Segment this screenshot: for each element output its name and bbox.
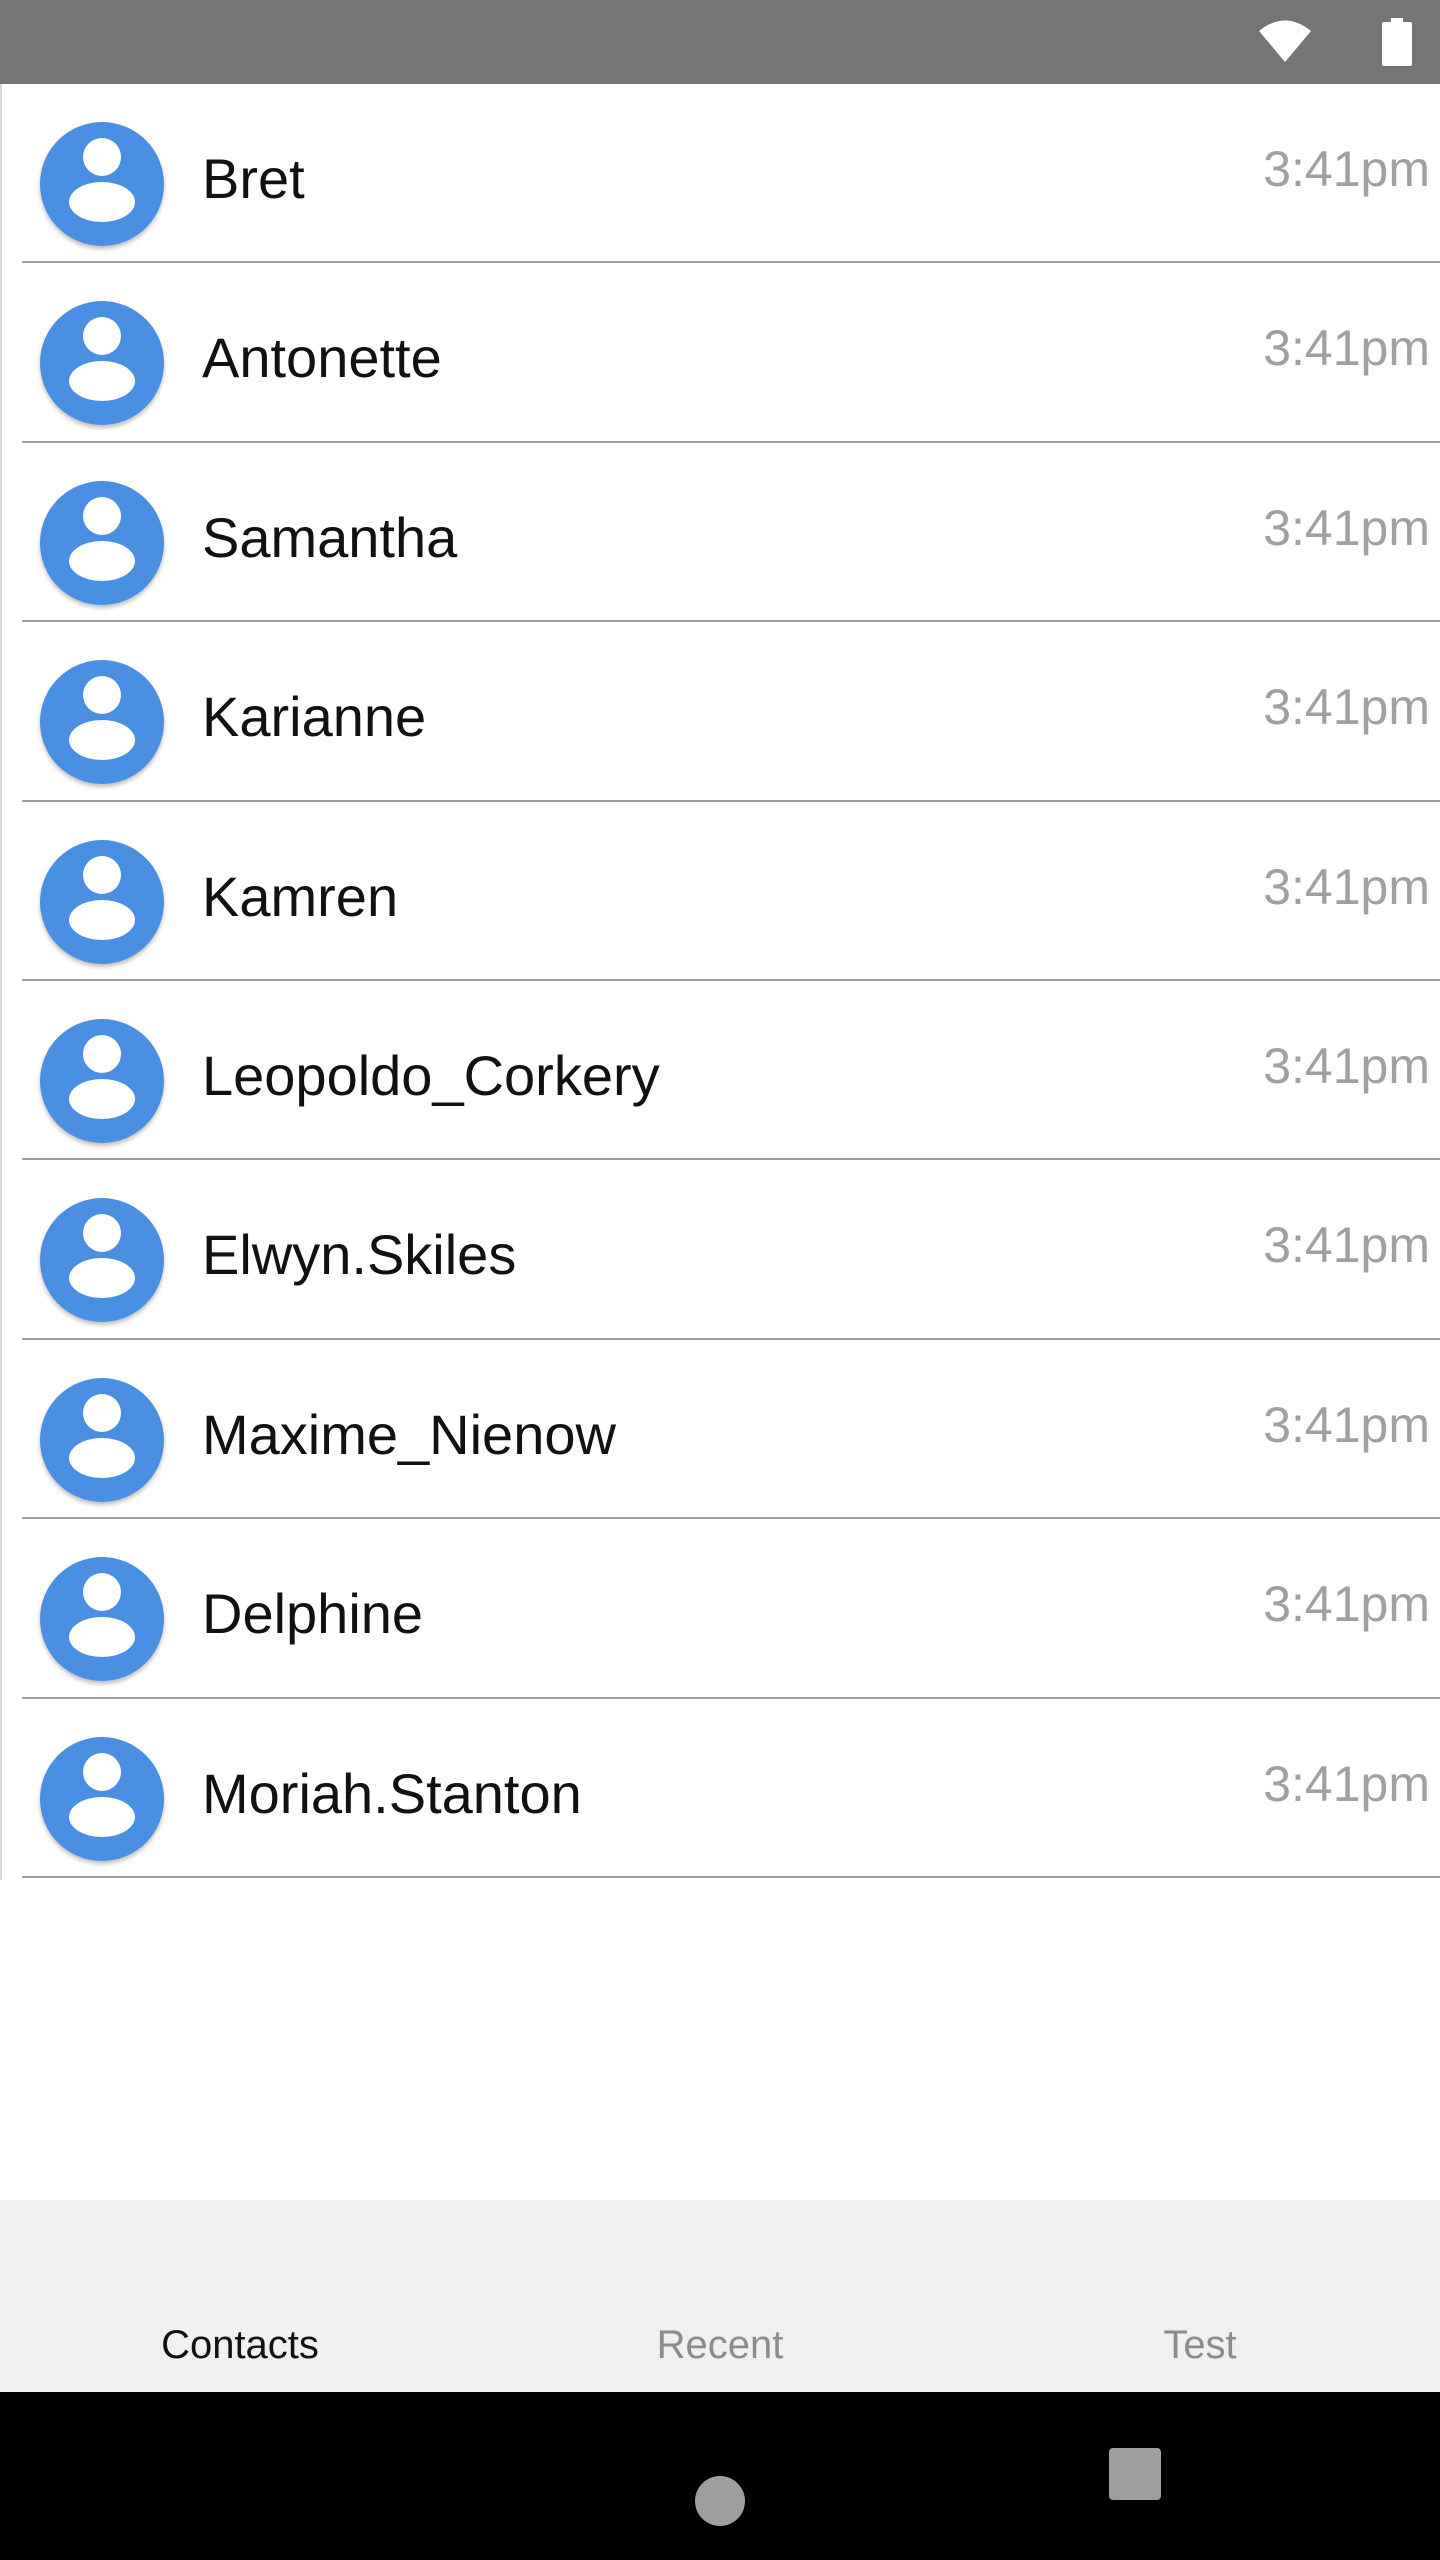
contact-name: Kamren xyxy=(202,864,399,928)
contact-time: 3:41pm xyxy=(1263,1576,1430,1633)
contact-time: 3:41pm xyxy=(1263,1396,1430,1453)
contact-row[interactable]: Delphine 3:41pm xyxy=(2,1519,1440,1699)
person-icon xyxy=(40,480,164,605)
person-icon xyxy=(40,839,164,964)
person-icon xyxy=(40,1198,164,1323)
person-icon xyxy=(40,1377,164,1502)
person-icon xyxy=(40,1018,164,1143)
contact-name: Delphine xyxy=(202,1582,424,1646)
person-icon xyxy=(40,301,164,426)
contact-time: 3:41pm xyxy=(1263,1755,1430,1812)
contact-name: Elwyn.Skiles xyxy=(202,1223,517,1287)
person-icon xyxy=(40,660,164,785)
recents-icon[interactable] xyxy=(1109,2448,1161,2500)
person-icon xyxy=(40,1736,164,1861)
contact-row[interactable]: Samantha 3:41pm xyxy=(2,443,1440,623)
contact-time: 3:41pm xyxy=(1263,320,1430,377)
home-icon[interactable] xyxy=(695,2476,745,2526)
contact-name: Moriah.Stanton xyxy=(202,1761,582,1825)
wifi-icon xyxy=(1259,20,1311,62)
contact-name: Karianne xyxy=(202,685,427,749)
contact-row[interactable]: Bret 3:41pm xyxy=(2,84,1440,264)
row-divider xyxy=(22,1875,1440,1878)
contact-time: 3:41pm xyxy=(1263,1217,1430,1274)
contact-time: 3:41pm xyxy=(1263,858,1430,915)
person-icon xyxy=(40,1557,164,1682)
contact-time: 3:41pm xyxy=(1263,141,1430,197)
contact-name: Antonette xyxy=(202,326,442,390)
tab-contacts[interactable]: Contacts xyxy=(0,2200,480,2392)
tab-test[interactable]: Test xyxy=(960,2200,1440,2392)
contact-name: Maxime_Nienow xyxy=(202,1402,616,1466)
person-icon xyxy=(40,122,164,246)
contact-name: Bret xyxy=(202,147,305,210)
battery-icon xyxy=(1382,18,1412,66)
contact-name: Leopoldo_Corkery xyxy=(202,1043,660,1107)
contact-name: Samantha xyxy=(202,505,458,569)
tab-recent[interactable]: Recent xyxy=(480,2200,960,2392)
contact-time: 3:41pm xyxy=(1263,1037,1430,1094)
status-bar xyxy=(0,0,1440,84)
app-screen: Bret 3:41pm Antonette 3:41pm Samantha 3:41pm K… xyxy=(0,0,1440,2560)
contact-row[interactable]: Leopoldo_Corkery 3:41pm xyxy=(2,981,1440,1161)
contact-list: Bret 3:41pm Antonette 3:41pm Samantha 3:41pm K… xyxy=(0,84,1440,1880)
navigation-bar xyxy=(0,2392,1440,2560)
contact-row[interactable]: Antonette 3:41pm xyxy=(2,263,1440,443)
tab-bar: Contacts Recent Test xyxy=(0,2200,1440,2392)
contact-row[interactable]: Elwyn.Skiles 3:41pm xyxy=(2,1160,1440,1340)
contact-row[interactable]: Karianne 3:41pm xyxy=(2,622,1440,802)
contact-time: 3:41pm xyxy=(1263,499,1430,556)
contact-time: 3:41pm xyxy=(1263,679,1430,736)
contact-row[interactable]: Maxime_Nienow 3:41pm xyxy=(2,1340,1440,1520)
contact-row[interactable]: Moriah.Stanton 3:41pm xyxy=(2,1699,1440,1878)
contact-row[interactable]: Kamren 3:41pm xyxy=(2,802,1440,981)
